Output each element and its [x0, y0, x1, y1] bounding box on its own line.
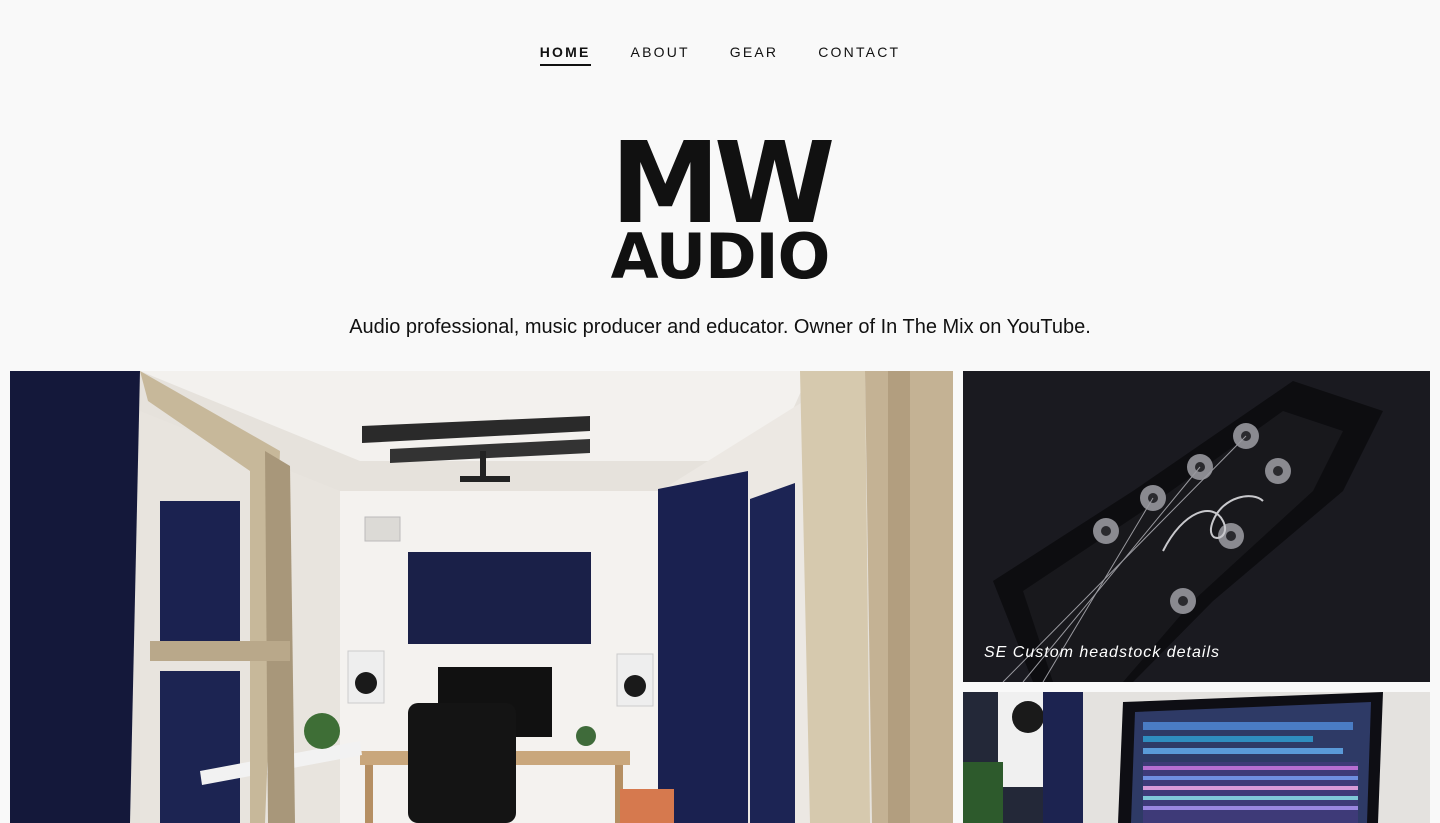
logo-line-mw: MW	[610, 117, 836, 249]
gallery-caption: SE Custom headstock details	[984, 644, 1220, 661]
main-nav: HOME ABOUT GEAR CONTACT	[0, 44, 1440, 66]
site-logo[interactable]: MW AUDIO	[0, 117, 1440, 288]
nav-contact[interactable]: CONTACT	[818, 44, 900, 66]
gallery-image-studio[interactable]	[10, 371, 953, 823]
daw-photo	[963, 692, 1430, 823]
nav-gear[interactable]: GEAR	[730, 44, 778, 66]
nav-home[interactable]: HOME	[539, 44, 591, 66]
headstock-photo	[963, 371, 1430, 682]
studio-photo	[10, 371, 953, 823]
site-tagline: Audio professional, music producer and e…	[349, 316, 1091, 338]
nav-about[interactable]: ABOUT	[631, 44, 690, 66]
gallery-image-headstock[interactable]: SE Custom headstock details	[963, 371, 1430, 682]
gallery-image-daw[interactable]	[963, 692, 1430, 823]
